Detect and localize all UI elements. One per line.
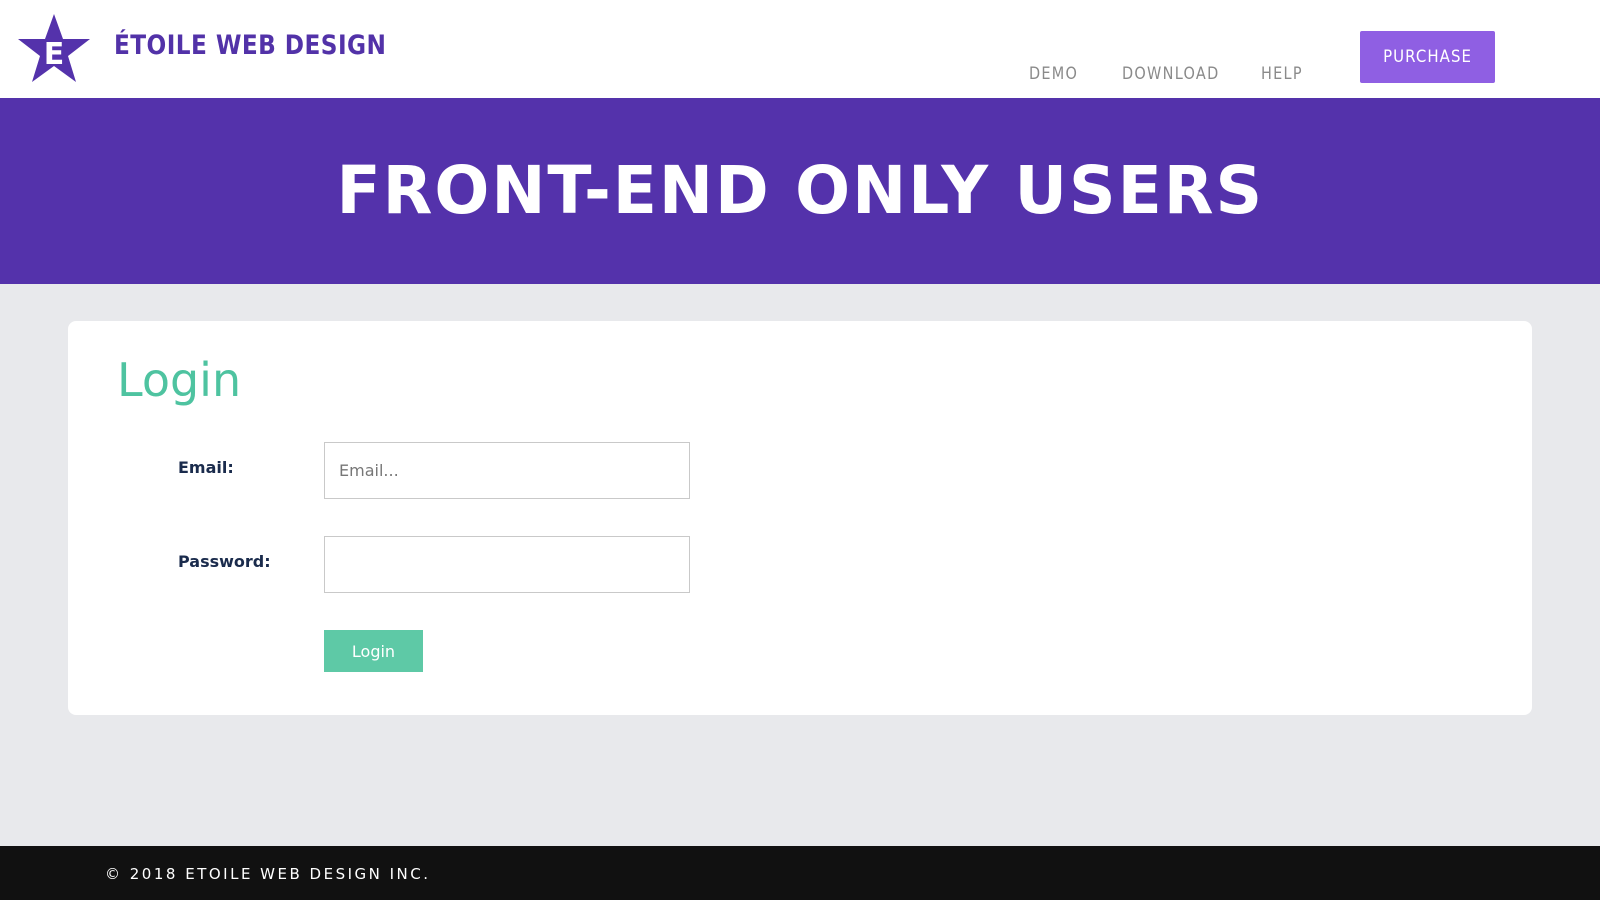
site-footer: © 2018 ETOILE WEB DESIGN INC.: [0, 846, 1600, 900]
page-banner: FRONT-END ONLY USERS: [0, 98, 1600, 284]
nav-download[interactable]: DOWNLOAD: [1122, 64, 1219, 84]
purchase-label: PURCHASE: [1383, 47, 1472, 67]
site-header: E ÉTOILE WEB DESIGN DEMO DOWNLOAD HELP P…: [0, 0, 1600, 98]
login-button[interactable]: Login: [324, 630, 423, 672]
purchase-button[interactable]: PURCHASE: [1360, 31, 1495, 83]
copyright-text: © 2018 ETOILE WEB DESIGN INC.: [105, 865, 431, 883]
nav-demo[interactable]: DEMO: [1029, 64, 1078, 84]
logo-letter: E: [44, 37, 65, 72]
page-title: FRONT-END ONLY USERS: [336, 152, 1264, 229]
password-label: Password:: [178, 552, 271, 571]
email-input[interactable]: [324, 442, 690, 499]
password-input[interactable]: [324, 536, 690, 593]
login-heading: Login: [117, 353, 242, 407]
login-card: Login Email: Password: Login: [68, 321, 1532, 715]
email-label: Email:: [178, 458, 234, 477]
star-logo-icon[interactable]: E: [16, 12, 92, 84]
nav-help[interactable]: HELP: [1261, 64, 1303, 84]
brand-name[interactable]: ÉTOILE WEB DESIGN: [114, 30, 386, 61]
